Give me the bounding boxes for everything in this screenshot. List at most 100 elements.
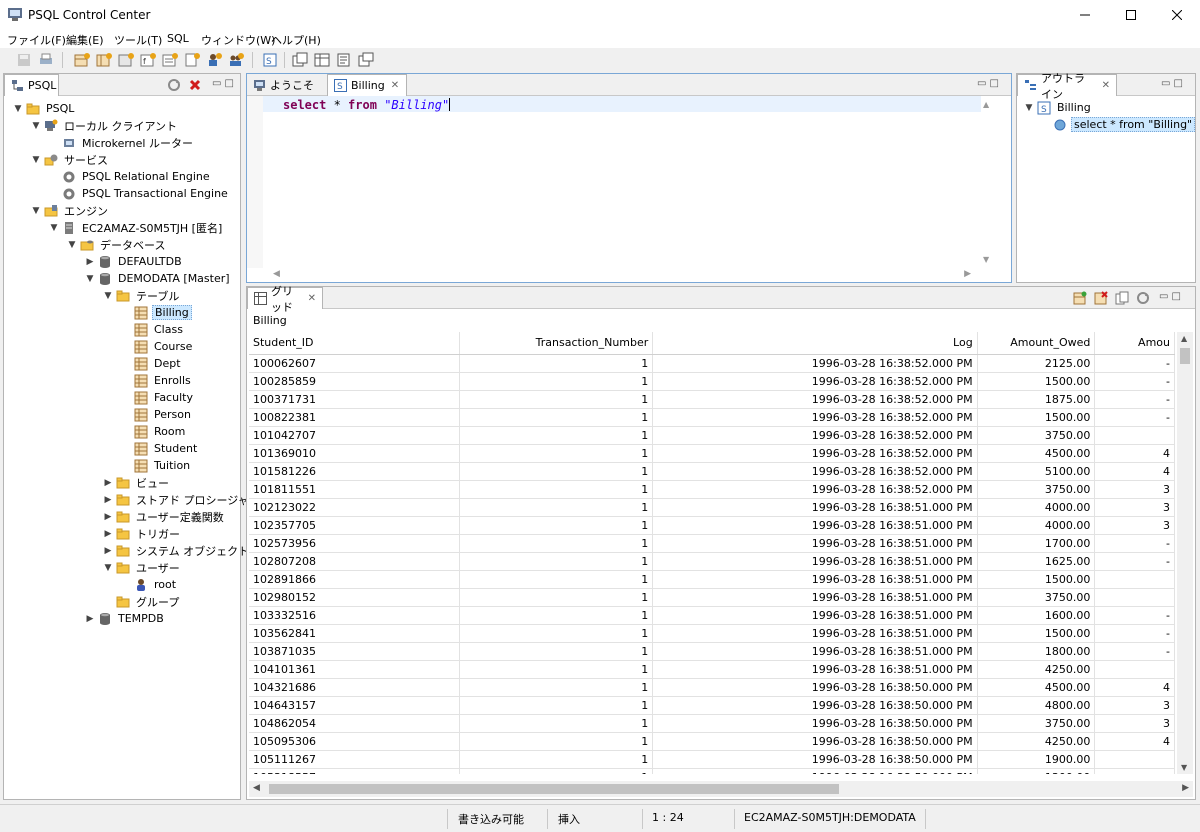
- tree-item[interactable]: ▼ DEMODATA [Master]: [84, 270, 232, 287]
- grid-cell[interactable]: 1996-03-28 16:38:51.000 PM: [652, 660, 978, 679]
- table-row[interactable]: 104643157 1 1996-03-28 16:38:50.000 PM 4800…: [249, 696, 1175, 715]
- grid-cell[interactable]: 101581226: [249, 462, 461, 481]
- grid-cell[interactable]: 1: [459, 660, 654, 679]
- grid-cell[interactable]: 1: [459, 354, 654, 373]
- copy-icon[interactable]: [1115, 291, 1129, 305]
- menu-file[interactable]: ファイル(F): [7, 32, 66, 48]
- new-group-icon[interactable]: [228, 52, 244, 68]
- grid-cell[interactable]: 1996-03-28 16:38:51.000 PM: [652, 642, 978, 661]
- grid-cell[interactable]: 1996-03-28 16:38:50.000 PM: [652, 678, 978, 697]
- chevron-down-icon[interactable]: ▼: [30, 121, 42, 131]
- table-row[interactable]: 102357705 1 1996-03-28 16:38:51.000 PM 4000…: [249, 516, 1175, 535]
- tree-item[interactable]: PSQL Relational Engine: [48, 168, 212, 185]
- grid-cell[interactable]: 102807208: [249, 552, 461, 571]
- grid-cell[interactable]: 102891866: [249, 570, 461, 589]
- tree-item[interactable]: ▼ テーブル: [102, 287, 181, 304]
- menu-edit[interactable]: 編集(E): [66, 32, 104, 48]
- table-row[interactable]: 102123022 1 1996-03-28 16:38:51.000 PM 4000…: [249, 498, 1175, 517]
- column-header-amount-owed[interactable]: Amount_Owed: [977, 332, 1096, 355]
- grid-cell[interactable]: 100062607: [249, 354, 461, 373]
- scroll-up-icon[interactable]: ▲: [1181, 334, 1187, 343]
- grid-cell[interactable]: 1: [459, 732, 654, 751]
- grid-cell[interactable]: 4250.00: [977, 660, 1096, 679]
- table-row[interactable]: 101042707 1 1996-03-28 16:38:52.000 PM 3750…: [249, 426, 1175, 445]
- chevron-down-icon[interactable]: ▼: [102, 563, 114, 573]
- grid-cell[interactable]: 103871035: [249, 642, 461, 661]
- table-row[interactable]: 102807208 1 1996-03-28 16:38:51.000 PM 1625…: [249, 552, 1175, 571]
- grid-cell[interactable]: 1300.00: [977, 768, 1096, 774]
- grid-cell[interactable]: 1500.00: [977, 624, 1096, 643]
- close-button[interactable]: [1154, 0, 1200, 30]
- tab-psql-explorer[interactable]: PSQL: [4, 74, 59, 96]
- tab-grid[interactable]: グリッド ✕: [247, 285, 323, 314]
- grid-cell[interactable]: -: [1094, 354, 1175, 373]
- column-header-amount-paid[interactable]: Amou: [1094, 332, 1175, 355]
- column-header-transaction-number[interactable]: Transaction_Number: [459, 332, 654, 355]
- tree-item[interactable]: ▶ システム オブジェクト: [102, 542, 251, 559]
- table-row[interactable]: 101581226 1 1996-03-28 16:38:52.000 PM 5100…: [249, 462, 1175, 481]
- tree-item[interactable]: ▶ ストアド プロシージャ: [102, 491, 251, 508]
- tree-item[interactable]: Faculty: [120, 389, 195, 406]
- tree-item[interactable]: ▼ ユーザー: [102, 559, 182, 576]
- grid-cell[interactable]: -: [1094, 372, 1175, 391]
- grid-cell[interactable]: 1996-03-28 16:38:50.000 PM: [652, 732, 978, 751]
- grid-cell[interactable]: 2125.00: [977, 354, 1096, 373]
- tab-welcome[interactable]: ようこそ: [247, 74, 325, 96]
- tree-item[interactable]: Enrolls: [120, 372, 193, 389]
- grid-cell[interactable]: 3: [1094, 516, 1175, 535]
- grid-cell[interactable]: 1: [459, 642, 654, 661]
- table-row[interactable]: 105095306 1 1996-03-28 16:38:50.000 PM 4250…: [249, 732, 1175, 751]
- add-row-icon[interactable]: [1073, 291, 1087, 305]
- editor-vertical-scrollbar[interactable]: ▲ ▼: [981, 96, 993, 268]
- grid-cell[interactable]: 5100.00: [977, 462, 1096, 481]
- grid-cell[interactable]: 1: [459, 480, 654, 499]
- grid-cell[interactable]: 1996-03-28 16:38:51.000 PM: [652, 606, 978, 625]
- table-row[interactable]: 104321686 1 1996-03-28 16:38:50.000 PM 4500…: [249, 678, 1175, 697]
- grid-cell[interactable]: 1: [459, 768, 654, 774]
- tree-item[interactable]: Course: [120, 338, 194, 355]
- sql-editor[interactable]: select * from "Billing": [263, 96, 981, 268]
- tree-item[interactable]: Microkernel ルーター: [48, 134, 195, 151]
- chevron-right-icon[interactable]: ▶: [102, 478, 114, 488]
- scroll-thumb[interactable]: [269, 784, 839, 794]
- chevron-down-icon[interactable]: ▼: [30, 155, 42, 165]
- tree-item[interactable]: Student: [120, 440, 199, 457]
- new-user-icon[interactable]: [206, 52, 222, 68]
- grid-cell[interactable]: 1: [459, 624, 654, 643]
- grid-cell[interactable]: 1: [459, 408, 654, 427]
- grid-cell[interactable]: 1996-03-28 16:38:50.000 PM: [652, 714, 978, 733]
- grid-cell[interactable]: 4000.00: [977, 498, 1096, 517]
- menu-window[interactable]: ウィンドウ(W): [201, 32, 275, 48]
- scroll-left-icon[interactable]: ◀: [273, 269, 280, 279]
- explorer-minmax[interactable]: ▭□: [212, 78, 237, 89]
- grid-cell[interactable]: 4800.00: [977, 696, 1096, 715]
- grid-cell[interactable]: -: [1094, 642, 1175, 661]
- grid-cell[interactable]: 1: [459, 444, 654, 463]
- tree-item[interactable]: ▼ ローカル クライアント: [30, 117, 179, 134]
- print-icon[interactable]: [38, 52, 54, 68]
- new-table-icon[interactable]: [74, 52, 90, 68]
- grid-view-icon[interactable]: [314, 52, 330, 68]
- grid-cell[interactable]: -: [1094, 390, 1175, 409]
- grid-cell[interactable]: 1: [459, 372, 654, 391]
- grid-cell[interactable]: 1: [459, 462, 654, 481]
- grid-cell[interactable]: 1996-03-28 16:38:52.000 PM: [652, 426, 978, 445]
- grid-cell[interactable]: 1996-03-28 16:38:51.000 PM: [652, 534, 978, 553]
- window-icon[interactable]: [358, 52, 374, 68]
- scroll-right-icon[interactable]: ▶: [1182, 783, 1189, 793]
- chevron-right-icon[interactable]: ▶: [102, 529, 114, 539]
- grid-cell[interactable]: 3: [1094, 696, 1175, 715]
- tree-item[interactable]: ▶ TEMPDB: [84, 610, 166, 627]
- grid-cell[interactable]: 3750.00: [977, 480, 1096, 499]
- grid-cell[interactable]: 1996-03-28 16:38:52.000 PM: [652, 462, 978, 481]
- grid-cell[interactable]: 103332516: [249, 606, 461, 625]
- chevron-down-icon[interactable]: ▼: [1023, 103, 1035, 113]
- grid-cell[interactable]: 1: [459, 570, 654, 589]
- chevron-down-icon[interactable]: ▼: [102, 291, 114, 301]
- table-row[interactable]: 102891866 1 1996-03-28 16:38:51.000 PM 1500…: [249, 570, 1175, 589]
- grid-cell[interactable]: 105095306: [249, 732, 461, 751]
- grid-cell[interactable]: 104862054: [249, 714, 461, 733]
- menu-help[interactable]: ヘルプ(H): [271, 32, 321, 48]
- table-row[interactable]: 10531855711996-03-28 16:38:50.000 PM1300…: [249, 768, 1175, 774]
- tree-item[interactable]: Dept: [120, 355, 183, 372]
